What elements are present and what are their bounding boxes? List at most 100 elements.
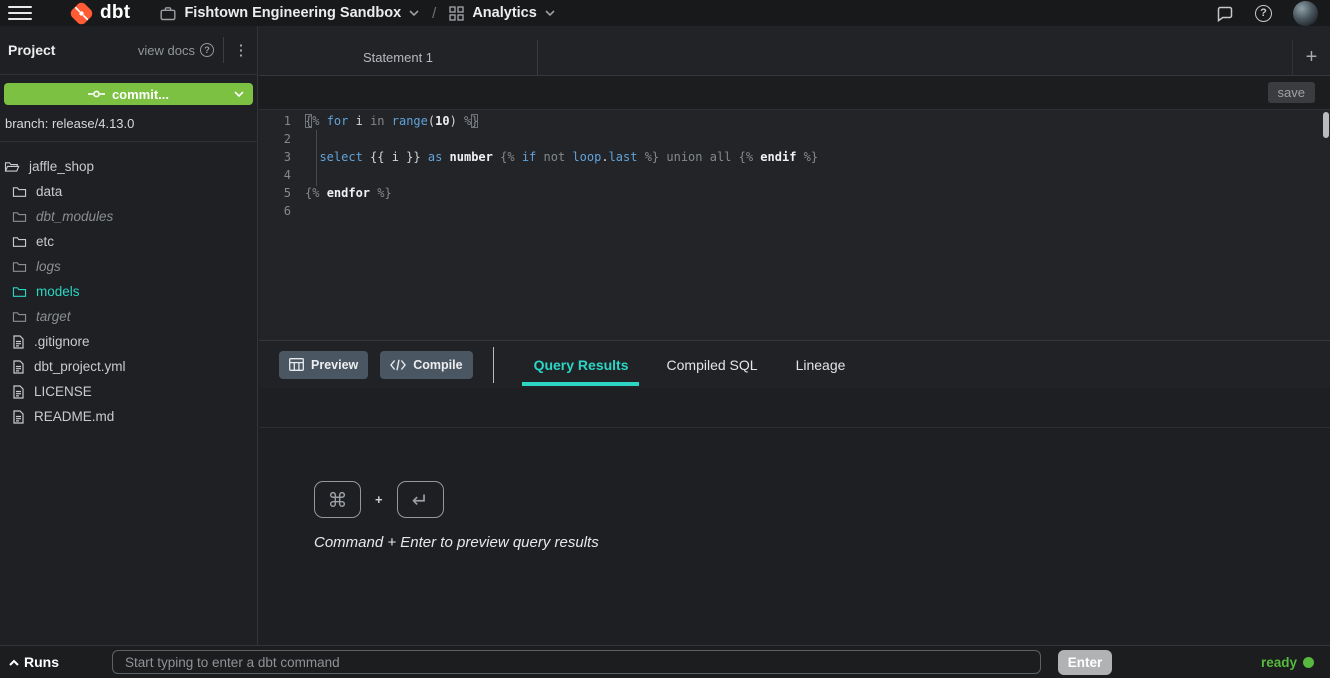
tree-item-readme-md[interactable]: README.md	[0, 404, 257, 429]
shortcut-keys: ⌘ + ↵	[314, 481, 1330, 518]
tree-item-jaffle-shop[interactable]: jaffle_shop	[0, 154, 257, 179]
status-indicator: ready	[1261, 646, 1314, 678]
file-icon	[12, 335, 25, 349]
command-bar: Runs Enter ready	[0, 645, 1330, 678]
tree-item-target[interactable]: target	[0, 304, 257, 329]
results-toolbar: Preview Compile Query Results Compiled SQ…	[259, 341, 1330, 388]
results-tabs: Query Results Compiled SQL Lineage	[534, 357, 846, 373]
help-icon[interactable]: ?	[1255, 5, 1272, 22]
results-header-spacer	[259, 388, 1330, 428]
user-avatar[interactable]	[1293, 1, 1318, 26]
enter-button[interactable]: Enter	[1058, 650, 1112, 675]
table-icon	[289, 358, 304, 371]
tree-item-license[interactable]: LICENSE	[0, 379, 257, 404]
status-label: ready	[1261, 655, 1297, 670]
tree-item-etc[interactable]: etc	[0, 229, 257, 254]
line-number: 2	[259, 130, 305, 148]
code-icon	[390, 359, 406, 371]
hamburger-menu-icon[interactable]	[8, 6, 32, 20]
line-number: 6	[259, 202, 305, 220]
commit-label: commit...	[112, 87, 169, 102]
chevron-down-icon	[545, 10, 555, 16]
editor-scrollbar[interactable]	[1323, 112, 1329, 138]
code-line-1[interactable]: 1{% for i in range(10) %}	[259, 112, 1330, 130]
divider	[223, 37, 224, 63]
line-content: {% endfor %}	[305, 184, 392, 202]
folder-icon	[12, 260, 27, 273]
code-editor[interactable]: 1{% for i in range(10) %}23 select {{ i …	[259, 110, 1330, 341]
workspace-icon	[160, 6, 176, 21]
file-icon	[12, 410, 25, 424]
folder-icon	[12, 185, 27, 198]
code-line-6[interactable]: 6	[259, 202, 1330, 220]
chevron-up-icon	[9, 659, 19, 666]
chat-icon[interactable]	[1216, 5, 1234, 22]
topbar-actions: ?	[1216, 1, 1330, 26]
save-button[interactable]: save	[1268, 82, 1315, 103]
tree-item-data[interactable]: data	[0, 179, 257, 204]
runs-toggle[interactable]: Runs	[9, 646, 59, 678]
breadcrumb-separator: /	[432, 5, 436, 22]
tree-item-label: dbt_project.yml	[34, 359, 126, 374]
tree-item-label: LICENSE	[34, 384, 92, 399]
tree-item-label: dbt_modules	[36, 209, 113, 224]
divider	[0, 141, 257, 142]
dbt-command-input[interactable]	[112, 650, 1041, 674]
runs-label: Runs	[24, 654, 59, 670]
new-tab-button[interactable]: +	[1292, 40, 1330, 75]
code-line-3[interactable]: 3 select {{ i }} as number {% if not loo…	[259, 148, 1330, 166]
commit-button[interactable]: commit...	[4, 83, 253, 105]
compile-button[interactable]: Compile	[380, 351, 472, 379]
folder-open-icon	[4, 160, 20, 173]
line-number: 3	[259, 148, 305, 166]
tree-item-dbt-modules[interactable]: dbt_modules	[0, 204, 257, 229]
code-line-2[interactable]: 2	[259, 130, 1330, 148]
editor-actions-row: save	[259, 76, 1330, 110]
preview-button[interactable]: Preview	[279, 351, 368, 379]
editor-tab[interactable]: Statement 1	[259, 40, 538, 75]
environment-name: Analytics	[472, 5, 536, 21]
line-number: 1	[259, 112, 305, 130]
tree-item--gitignore[interactable]: .gitignore	[0, 329, 257, 354]
line-number: 5	[259, 184, 305, 202]
chevron-down-icon	[409, 10, 419, 16]
project-selector[interactable]: Fishtown Engineering Sandbox	[160, 5, 419, 21]
tree-item-label: target	[36, 309, 71, 324]
results-tab-compiled-sql[interactable]: Compiled SQL	[667, 357, 758, 373]
results-tab-lineage[interactable]: Lineage	[796, 357, 846, 373]
tree-item-label: data	[36, 184, 62, 199]
line-content: {% for i in range(10) %}	[305, 112, 478, 130]
line-content: select {{ i }} as number {% if not loop.…	[305, 148, 818, 166]
results-area: ⌘ + ↵ Command + Enter to preview query r…	[259, 388, 1330, 645]
file-icon	[12, 385, 25, 399]
tree-item-label: README.md	[34, 409, 114, 424]
grid-icon	[449, 6, 464, 21]
dbt-logo-mark	[69, 1, 94, 26]
preview-label: Preview	[311, 358, 358, 372]
results-tab-query-results[interactable]: Query Results	[534, 357, 629, 373]
folder-icon	[12, 235, 27, 248]
divider	[493, 347, 494, 383]
docs-help-icon: ?	[200, 43, 214, 57]
kebab-menu-icon[interactable]: ⋮	[233, 41, 249, 59]
tree-item-label: etc	[36, 234, 54, 249]
tree-item-label: logs	[36, 259, 61, 274]
code-line-5[interactable]: 5{% endfor %}	[259, 184, 1330, 202]
dbt-logo: dbt	[69, 1, 130, 26]
file-tree: jaffle_shopdata dbt_modulesetc logs models t…	[0, 154, 257, 429]
status-dot-icon	[1303, 657, 1314, 668]
sidebar-header: Project view docs ? ⋮	[0, 26, 257, 75]
top-bar: dbt Fishtown Engineering Sandbox / Analy…	[0, 0, 1330, 26]
command-key-icon: ⌘	[314, 481, 361, 518]
indent-guide	[316, 130, 317, 186]
code-lines: 1{% for i in range(10) %}23 select {{ i …	[259, 110, 1330, 220]
folder-icon	[12, 310, 27, 323]
tree-item-label: .gitignore	[34, 334, 90, 349]
code-line-4[interactable]: 4	[259, 166, 1330, 184]
plus-sign: +	[375, 492, 383, 507]
tree-item-models[interactable]: models	[0, 279, 257, 304]
environment-selector[interactable]: Analytics	[449, 5, 554, 21]
tree-item-dbt-project-yml[interactable]: dbt_project.yml	[0, 354, 257, 379]
tree-item-logs[interactable]: logs	[0, 254, 257, 279]
view-docs-link[interactable]: view docs ?	[138, 43, 214, 58]
